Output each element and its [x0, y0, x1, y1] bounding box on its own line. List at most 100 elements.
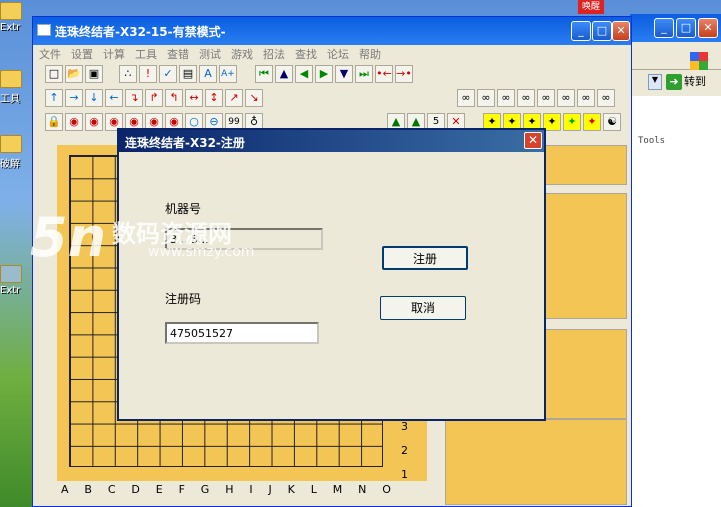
minimize-icon[interactable]: _ — [571, 21, 591, 41]
info-panel-4 — [445, 419, 627, 505]
up-arrow-icon[interactable]: ▲ — [275, 65, 293, 83]
zoom-icon[interactable]: ◉ — [65, 113, 83, 131]
register-code-field[interactable]: 475051527 — [165, 322, 319, 344]
menu-compute[interactable]: 计算 — [103, 46, 125, 62]
next-move-icon[interactable]: ▶ — [315, 65, 333, 83]
bg-window-titlebar: _ □ ✕ — [630, 14, 721, 42]
menu-game[interactable]: 游戏 — [231, 46, 253, 62]
dot-right-icon[interactable]: →• — [395, 65, 413, 83]
desktop-icon-label: Extr — [0, 22, 21, 33]
down-arrow-icon[interactable]: ▼ — [335, 65, 353, 83]
close-icon[interactable]: ✕ — [524, 132, 542, 149]
dot-left-icon[interactable]: •← — [375, 65, 393, 83]
exclaim-icon[interactable]: ! — [139, 65, 157, 83]
menu-find[interactable]: 查找 — [295, 46, 317, 62]
last-move-icon[interactable]: ⏭ — [355, 65, 373, 83]
prev-move-icon[interactable]: ◀ — [295, 65, 313, 83]
cancel-button[interactable]: 取消 — [380, 296, 466, 320]
binoculars-icon[interactable]: ∞ — [517, 89, 535, 107]
menu-forum[interactable]: 论坛 — [327, 46, 349, 62]
open-folder-icon[interactable]: 📂 — [65, 65, 83, 83]
save-icon[interactable]: ▣ — [85, 65, 103, 83]
close-icon[interactable]: ✕ — [698, 18, 718, 38]
arrow-down-icon[interactable]: ↓ — [85, 89, 103, 107]
anti-diagonal-flip-icon[interactable]: ↘ — [245, 89, 263, 107]
dropdown-arrow-icon[interactable]: ▼ — [648, 74, 662, 90]
rotate-back-icon[interactable]: ↱ — [145, 89, 163, 107]
binoculars-icon[interactable]: ∞ — [597, 89, 615, 107]
yin-yang-icon[interactable]: ☯ — [603, 113, 621, 131]
arrow-right-icon[interactable]: → — [65, 89, 83, 107]
minimize-icon[interactable]: _ — [654, 18, 674, 38]
menu-check[interactable]: 查错 — [167, 46, 189, 62]
windows-logo-icon — [690, 52, 708, 70]
column-label: F — [178, 483, 185, 496]
desktop-icon-label: 工具 — [0, 94, 20, 105]
maximize-icon[interactable]: □ — [676, 18, 696, 38]
window-title: 连珠终结者-X32-15-有禁模式- — [55, 25, 226, 39]
machine-number-field[interactable]: 3... 5... — [165, 228, 323, 250]
register-dialog: 连珠终结者-X32-注册 ✕ 机器号 3... 5... 注册码 4750515… — [117, 128, 546, 421]
first-move-icon[interactable]: ⏮ — [255, 65, 273, 83]
go-button[interactable]: ➜ 转到 — [666, 73, 706, 90]
new-file-icon[interactable]: □ — [45, 65, 63, 83]
desktop-icon-tools[interactable]: 工具 — [0, 70, 34, 105]
go-button-label: 转到 — [684, 75, 706, 88]
bg-window-addressbar: ▼ ➜ 转到 — [630, 70, 721, 96]
note-icon[interactable]: ▤ — [179, 65, 197, 83]
row-label: 2 — [401, 444, 408, 457]
maximize-icon[interactable]: □ — [592, 21, 612, 41]
toolbar-row-2: ↑ → ↓ ← ↴ ↱ ↰ ↔ ↕ ↗ ↘ ∞ ∞ ∞ ∞ ∞ ∞ ∞ ∞ — [33, 87, 631, 111]
binoculars-icon[interactable]: ∞ — [577, 89, 595, 107]
column-label: M — [332, 483, 343, 496]
column-label: G — [200, 483, 210, 496]
main-titlebar: 连珠终结者-X32-15-有禁模式- _ □ ✕ — [33, 17, 631, 45]
vertical-flip-icon[interactable]: ↕ — [205, 89, 223, 107]
menu-file[interactable]: 文件 — [39, 46, 61, 62]
menu-test[interactable]: 测试 — [199, 46, 221, 62]
menu-settings[interactable]: 设置 — [71, 46, 93, 62]
desktop-icon-label: Extr — [0, 285, 21, 296]
column-label: I — [249, 483, 253, 496]
machine-number-label: 机器号 — [165, 202, 202, 216]
column-label: L — [310, 483, 317, 496]
check-icon[interactable]: ✓ — [159, 65, 177, 83]
arrow-left-icon[interactable]: ← — [105, 89, 123, 107]
toolbar-row-1: □ 📂 ▣ ∴ ! ✓ ▤ A A+ ⏮ ▲ ◀ ▶ ▼ ⏭ •← →• — [33, 63, 631, 87]
star-icon[interactable]: ✦ — [563, 113, 581, 131]
menu-help[interactable]: 帮助 — [359, 46, 381, 62]
folder-icon — [0, 2, 22, 20]
stones-icon[interactable]: ∴ — [119, 65, 137, 83]
arrow-up-icon[interactable]: ↑ — [45, 89, 63, 107]
binoculars-icon[interactable]: ∞ — [557, 89, 575, 107]
diagonal-flip-icon[interactable]: ↗ — [225, 89, 243, 107]
column-label: N — [358, 483, 367, 496]
top-badge[interactable]: 唤醒 — [578, 0, 604, 14]
desktop-icon-extr[interactable]: Extr — [0, 265, 34, 296]
star-icon[interactable]: ✦ — [583, 113, 601, 131]
menu-moves[interactable]: 招法 — [263, 46, 285, 62]
row-label: 1 — [401, 468, 408, 481]
column-label: H — [225, 483, 234, 496]
menu-tools[interactable]: 工具 — [135, 46, 157, 62]
desktop-icon-label: 破解 — [0, 159, 20, 170]
binoculars-icon[interactable]: ∞ — [497, 89, 515, 107]
font-icon[interactable]: A — [199, 65, 217, 83]
register-button[interactable]: 注册 — [382, 246, 468, 270]
rotate-icon[interactable]: ↴ — [125, 89, 143, 107]
zoom-icon[interactable]: ◉ — [85, 113, 103, 131]
lock-icon[interactable]: 🔒 — [45, 113, 63, 131]
binoculars-icon[interactable]: ∞ — [457, 89, 475, 107]
desktop-icon-crack[interactable]: 破解 — [0, 135, 34, 170]
tools-text: Tools — [638, 136, 666, 146]
column-label: K — [287, 483, 295, 496]
close-icon[interactable]: ✕ — [612, 21, 630, 41]
column-label: A — [61, 483, 69, 496]
column-labels: A B C D E F G H I J K L M N O — [61, 483, 391, 496]
desktop-icon-1[interactable]: Extr — [0, 2, 34, 33]
font-larger-icon[interactable]: A+ — [219, 65, 237, 83]
horizontal-flip-icon[interactable]: ↔ — [185, 89, 203, 107]
binoculars-icon[interactable]: ∞ — [477, 89, 495, 107]
binoculars-icon[interactable]: ∞ — [537, 89, 555, 107]
flip-icon[interactable]: ↰ — [165, 89, 183, 107]
